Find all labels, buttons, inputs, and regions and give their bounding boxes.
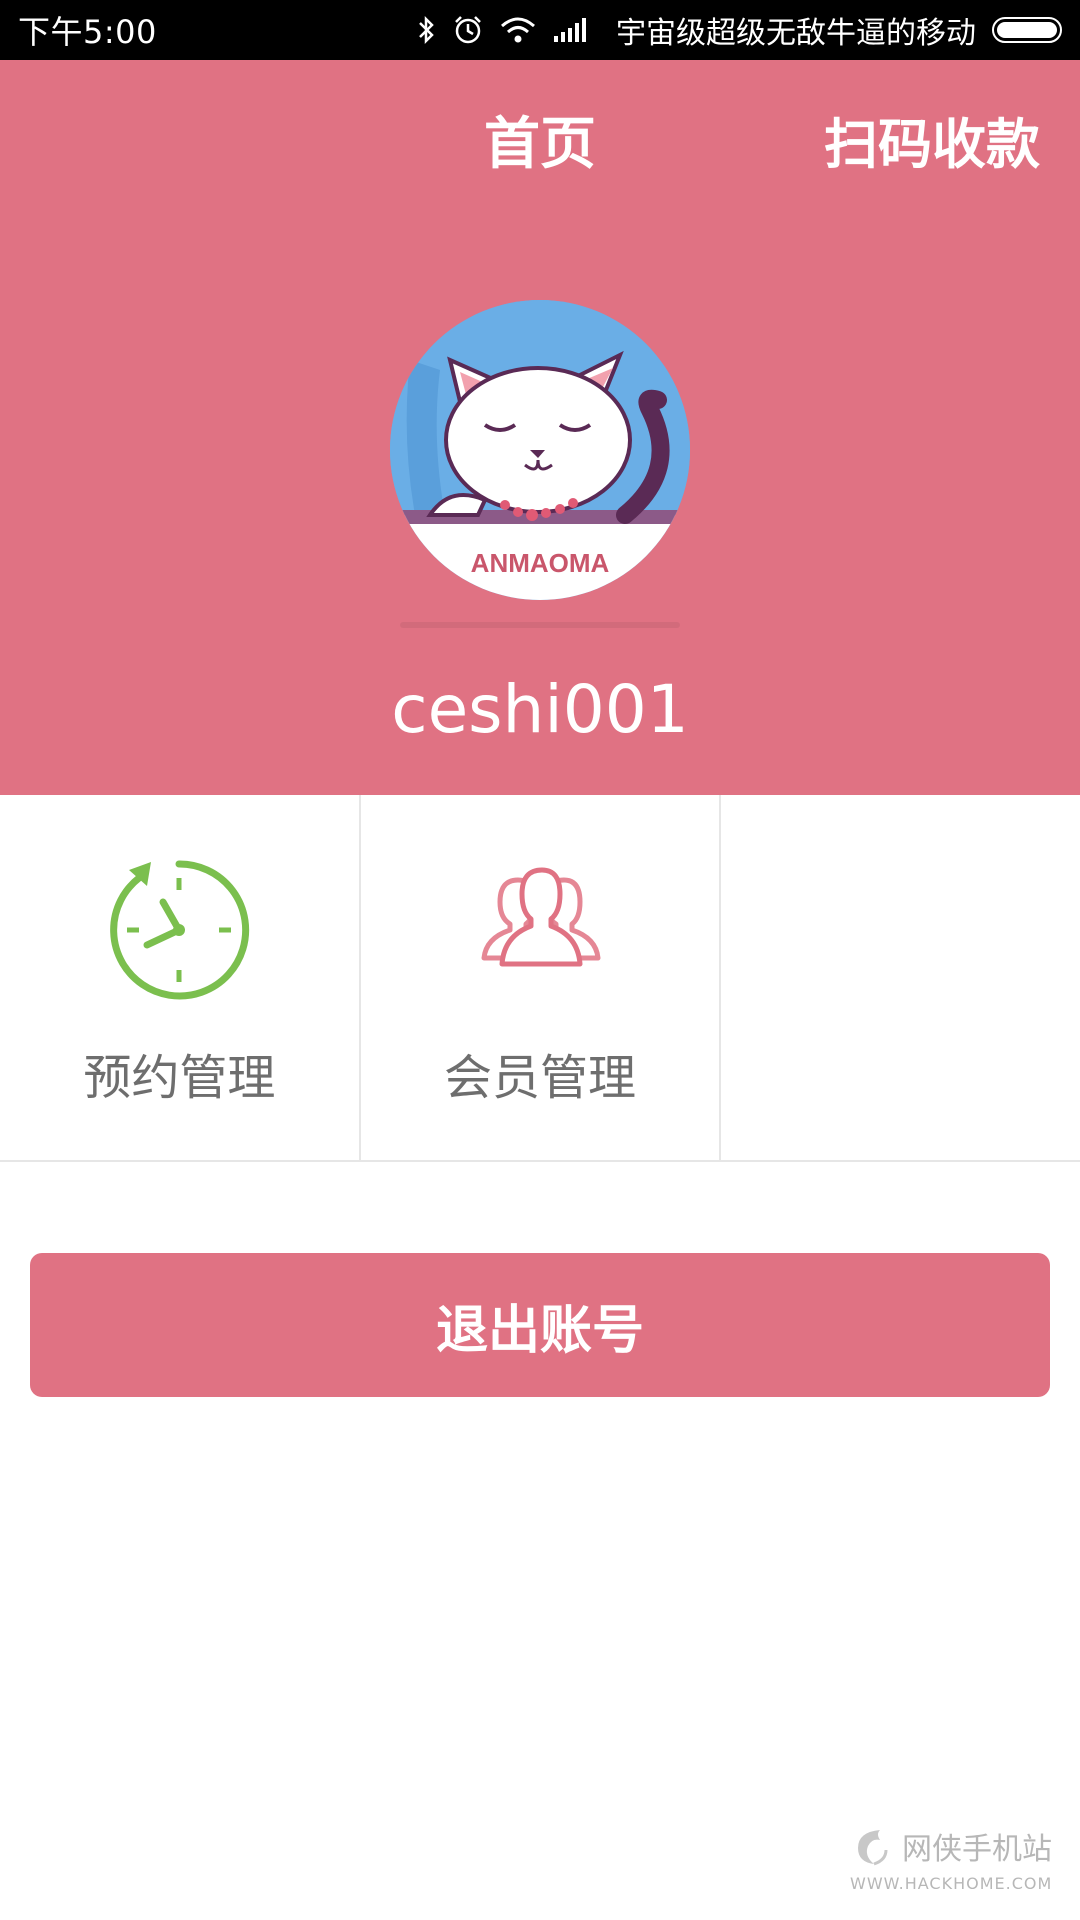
watermark-name: 网侠手机站 (902, 1832, 1052, 1867)
cat-avatar-image: ANMAOMA (390, 300, 690, 600)
signal-icon (552, 16, 592, 44)
wifi-icon (500, 16, 536, 44)
avatar-shadow (400, 622, 680, 628)
carrier-name: 宇宙级超级无敌牛逼的移动 (616, 16, 976, 51)
watermark-url: WWW.HACKHOME.COM (850, 1874, 1053, 1893)
function-grid: 预约管理 会员管理 (0, 795, 1080, 1162)
bluetooth-icon (416, 15, 436, 45)
status-time: 下午5:00 (18, 13, 157, 51)
status-bar: 下午5:00 宇宙级超级无敌牛逼的移动 (0, 0, 1080, 60)
grid-item-label: 会员管理 (444, 1050, 637, 1106)
scan-pay-button[interactable]: 扫码收款 (824, 100, 1040, 190)
alarm-icon (452, 14, 484, 46)
grid-item-empty (721, 795, 1080, 1160)
profile-header: 首页 扫码收款 ANMAOMA ceshi001 (0, 60, 1080, 795)
username: ceshi001 (391, 671, 689, 748)
logout-button[interactable]: 退出账号 (30, 1253, 1050, 1397)
members-icon (460, 850, 620, 1010)
battery-icon (992, 17, 1062, 43)
grid-item-label: 预约管理 (83, 1050, 276, 1106)
watermark: 网侠手机站 WWW.HACKHOME.COM (850, 1824, 1070, 1914)
avatar-logo-text: ANMAOMA (471, 548, 610, 578)
avatar[interactable]: ANMAOMA (390, 300, 690, 600)
grid-item-members[interactable]: 会员管理 (361, 795, 722, 1160)
battery-fill (997, 22, 1057, 38)
status-icons: 宇宙级超级无敌牛逼的移动 (416, 8, 1062, 52)
clock-icon (99, 850, 259, 1010)
watermark-row: 网侠手机站 (850, 1824, 1070, 1868)
watermark-logo-icon (858, 1830, 888, 1866)
grid-item-appointments[interactable]: 预约管理 (0, 795, 361, 1160)
